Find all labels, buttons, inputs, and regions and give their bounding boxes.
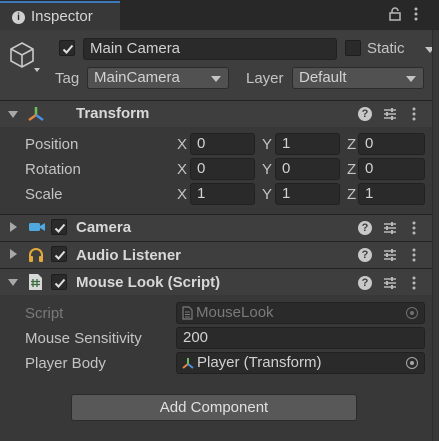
chevron-down-icon [211,76,221,82]
kebab-menu-icon[interactable] [411,247,417,263]
chevron-down-icon [406,76,416,82]
mouse-sensitivity-field[interactable]: 200 [176,327,425,349]
csharp-script-icon [28,273,43,291]
help-icon[interactable]: ? [358,276,372,290]
script-value: MouseLook [196,304,274,321]
camera-foldout-icon[interactable] [10,222,17,232]
headphones-icon [27,246,45,264]
scale-z-field[interactable]: 1 [358,183,425,205]
script-label: Script [25,305,64,322]
help-icon[interactable]: ? [358,221,372,235]
axis-z-label: Z [347,186,357,203]
help-icon[interactable]: ? [358,107,372,121]
presets-icon[interactable] [382,220,398,236]
presets-icon[interactable] [382,247,398,263]
lock-icon[interactable] [388,7,402,21]
layer-label: Layer [246,70,284,87]
kebab-menu-icon[interactable] [413,6,419,22]
camera-title: Camera [76,219,132,236]
tab-inspector[interactable]: i Inspector [0,1,120,30]
axis-x-label: X [177,161,188,178]
player-body-value: Player (Transform) [197,354,322,371]
axis-y-label: Y [262,136,273,153]
script-field: MouseLook [176,302,425,324]
tag-label: Tag [55,70,80,87]
mouse-look-title: Mouse Look (Script) [76,274,221,291]
help-icon[interactable]: ? [358,248,372,262]
rotation-y-field[interactable]: 0 [275,158,340,180]
scrollbar[interactable] [432,30,439,441]
static-label: Static [367,40,405,57]
layer-value: Default [299,69,347,86]
mouse-sensitivity-label: Mouse Sensitivity [25,330,142,347]
axis-z-label: Z [347,161,357,178]
axis-y-label: Y [262,186,273,203]
add-component-button[interactable]: Add Component [71,394,357,421]
transform-title: Transform [76,105,150,122]
scale-y-field[interactable]: 1 [275,183,340,205]
transform-axes-icon [25,104,47,124]
axis-x-label: X [177,136,188,153]
script-file-icon [182,306,193,320]
presets-icon[interactable] [382,275,398,291]
audio-listener-enabled-checkbox[interactable] [51,246,67,262]
static-checkbox[interactable] [345,40,361,56]
transform-axes-icon [181,356,195,370]
position-y-field[interactable]: 1 [275,133,340,155]
transform-header[interactable] [0,100,439,127]
camera-icon [28,220,46,234]
rotation-z-field[interactable]: 0 [358,158,425,180]
rotation-x-field[interactable]: 0 [190,158,255,180]
object-picker-icon [406,307,418,319]
active-checkbox[interactable] [59,40,75,56]
object-picker-icon[interactable] [406,357,418,369]
transform-foldout-icon[interactable] [8,111,18,118]
kebab-menu-icon[interactable] [411,275,417,291]
position-z-field[interactable]: 0 [358,133,425,155]
kebab-menu-icon[interactable] [411,220,417,236]
gameobject-cube-icon[interactable] [8,40,40,74]
rotation-label: Rotation [25,161,81,178]
tag-dropdown[interactable]: MainCamera [87,67,229,89]
tag-value: MainCamera [94,69,180,86]
gameobject-name-input[interactable]: Main Camera [83,38,337,60]
position-x-field[interactable]: 0 [190,133,255,155]
audio-listener-title: Audio Listener [76,247,182,264]
audio-listener-foldout-icon[interactable] [10,249,17,259]
mouse-look-enabled-checkbox[interactable] [51,274,67,290]
mouse-look-foldout-icon[interactable] [8,279,18,286]
info-icon: i [12,11,25,24]
position-label: Position [25,136,79,153]
presets-icon[interactable] [382,106,398,122]
kebab-menu-icon[interactable] [411,106,417,122]
scale-x-field[interactable]: 1 [190,183,255,205]
layer-dropdown[interactable]: Default [292,67,424,89]
axis-z-label: Z [347,136,357,153]
player-body-label: Player Body [25,355,106,372]
tab-label: Inspector [31,8,93,25]
camera-enabled-checkbox[interactable] [51,219,67,235]
axis-x-label: X [177,186,188,203]
axis-y-label: Y [262,161,273,178]
scale-label: Scale [25,186,63,203]
player-body-field[interactable]: Player (Transform) [176,352,425,374]
